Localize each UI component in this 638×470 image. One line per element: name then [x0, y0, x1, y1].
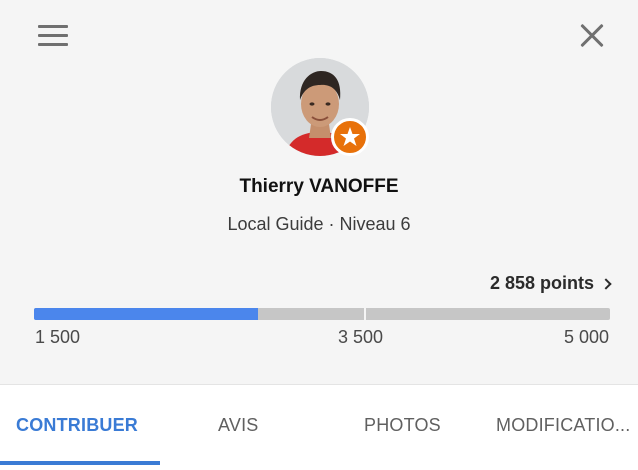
progress-min-label: 1 500 [35, 327, 81, 347]
tab-avis[interactable]: AVIS [218, 385, 258, 465]
tab-modifications[interactable]: MODIFICATIO... [496, 385, 630, 465]
tab-photos[interactable]: PHOTOS [364, 385, 441, 465]
points-label: 2 858 points [489, 273, 594, 293]
profile-name: Thierry VANOFFE [239, 176, 399, 197]
local-guide-badge [331, 118, 369, 156]
profile-avatar [271, 58, 369, 156]
points-link[interactable]: 2 858 points [489, 273, 612, 294]
progress-max-label: 5 000 [563, 327, 609, 347]
progress-bar-mid-marker [364, 308, 366, 320]
active-tab-indicator [0, 461, 160, 465]
progress-bar [34, 308, 610, 320]
progress-bar-fill [34, 308, 259, 320]
progress-mid-label: 3 500 [338, 327, 384, 347]
tab-bar: CONTRIBUER AVIS PHOTOS MODIFICATIO... [0, 384, 638, 470]
chevron-right-icon [600, 278, 612, 290]
local-guide-star-icon [340, 127, 360, 146]
profile-level: Local Guide · Niveau 6 [227, 214, 411, 234]
tab-contribuer[interactable]: CONTRIBUER [16, 385, 138, 465]
close-button[interactable] [578, 22, 606, 50]
menu-button[interactable] [38, 25, 68, 47]
